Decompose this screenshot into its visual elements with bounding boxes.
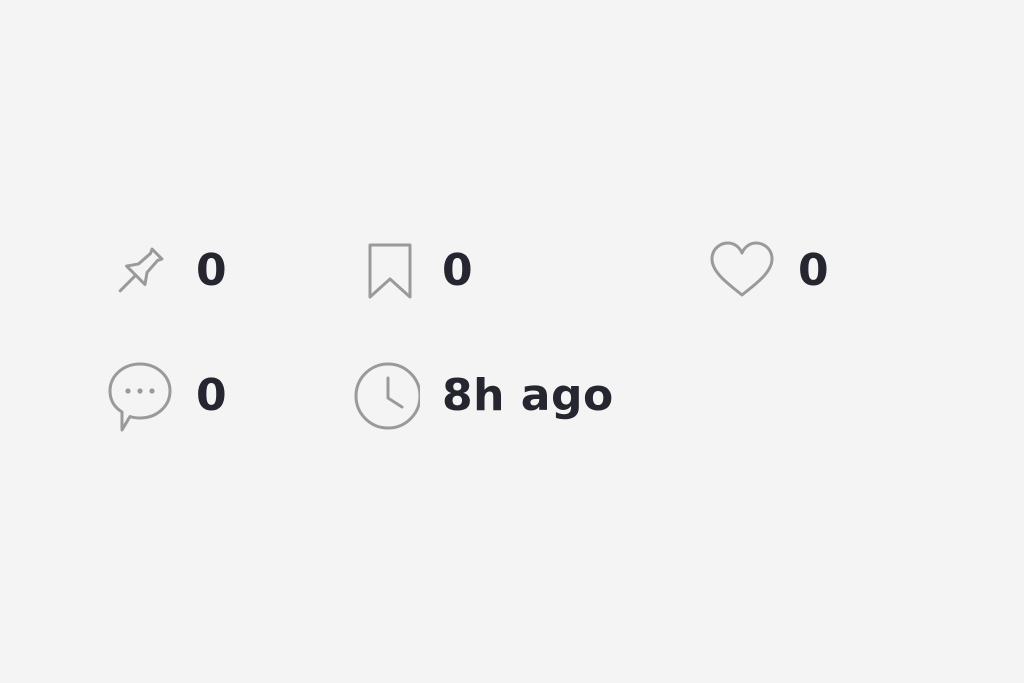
bookmark-count-stat[interactable]: 0: [352, 235, 473, 307]
pin-count: 0: [196, 245, 228, 296]
like-count-stat[interactable]: 0: [708, 235, 829, 307]
heart-icon[interactable]: [708, 235, 776, 307]
bookmark-icon[interactable]: [352, 235, 420, 307]
bookmark-count: 0: [442, 245, 474, 296]
comment-count-stat[interactable]: 0: [106, 360, 227, 432]
posted-time-stat: 8h ago: [352, 360, 614, 432]
pin-icon[interactable]: [106, 235, 174, 307]
comment-icon[interactable]: [106, 360, 174, 432]
like-count: 0: [798, 245, 830, 296]
posted-time: 8h ago: [442, 370, 614, 421]
comment-count: 0: [196, 370, 228, 421]
pin-count-stat[interactable]: 0: [106, 235, 227, 307]
clock-icon: [352, 360, 420, 432]
